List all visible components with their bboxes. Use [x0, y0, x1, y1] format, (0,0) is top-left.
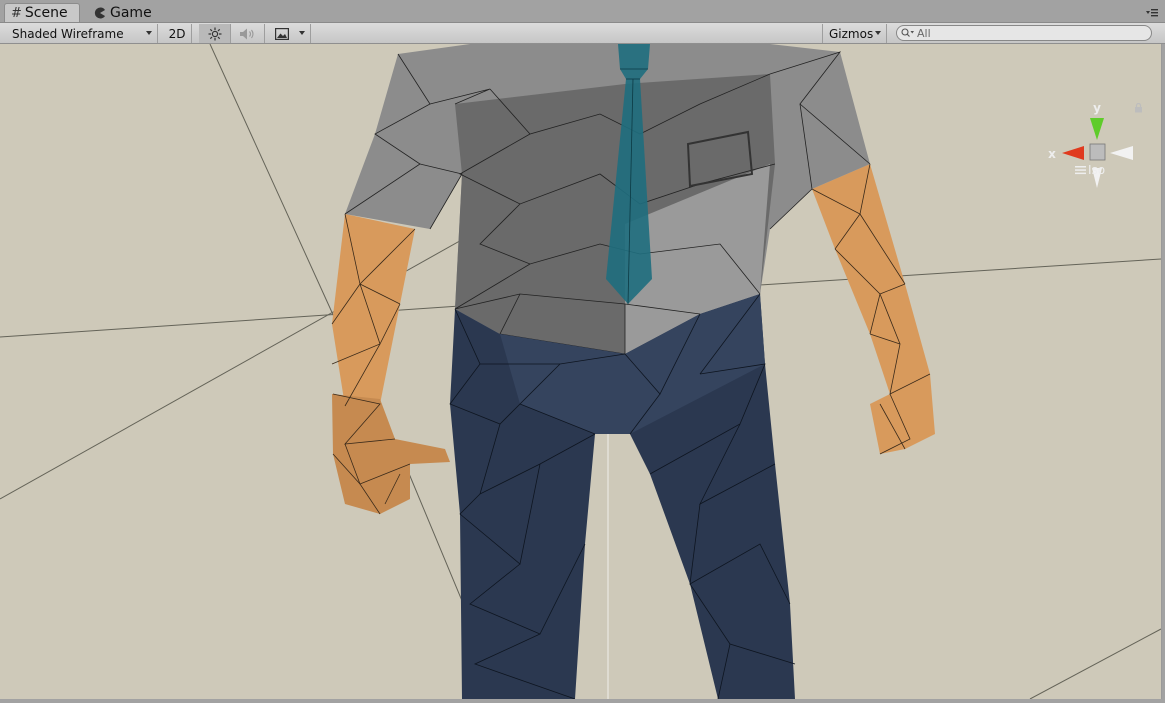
tab-game[interactable]: Game [88, 3, 164, 22]
shirt [344, 44, 871, 355]
tab-scene-label: Scene [24, 5, 68, 21]
pants [449, 293, 796, 699]
tab-scene[interactable]: # Scene [4, 3, 80, 22]
search-placeholder: All [917, 26, 931, 40]
projection-label: Iso [1088, 163, 1106, 177]
lock-icon[interactable] [1134, 103, 1143, 113]
gizmo-x-axis-cone[interactable] [1062, 146, 1084, 160]
chevron-down-icon [299, 31, 305, 35]
pacman-icon [94, 7, 105, 18]
scene-toolbar: Shaded Wireframe 2D Gizmos All [0, 23, 1165, 44]
tab-game-label: Game [110, 4, 152, 21]
right-arm [811, 163, 935, 455]
tab-bar: # Scene Game [0, 0, 1165, 23]
chevron-down-icon [875, 31, 881, 35]
scene-viewport[interactable]: y x Iso [0, 44, 1162, 699]
toggle-2d-label: 2D [168, 26, 186, 41]
scene-search-input[interactable]: All [896, 25, 1152, 41]
left-arm [331, 213, 450, 515]
chevron-down-icon [146, 31, 152, 35]
scene-window: # Scene Game Shaded Wireframe 2D Gizmos … [0, 0, 1165, 703]
gizmos-label: Gizmos [829, 26, 874, 41]
orientation-gizmo[interactable]: y x [1040, 100, 1150, 196]
projection-toggle[interactable]: Iso [1074, 163, 1105, 177]
search-icon [901, 28, 914, 37]
image-icon [275, 27, 289, 40]
scene-effects-dropdown[interactable] [271, 24, 311, 43]
speaker-icon [239, 28, 254, 39]
character-model-render [0, 44, 1161, 699]
sun-icon [208, 27, 221, 40]
gizmo-y-axis-cone[interactable] [1090, 118, 1104, 140]
scene-audio-toggle[interactable] [231, 24, 265, 43]
toggle-2d-button[interactable]: 2D [163, 24, 192, 43]
draw-mode-dropdown[interactable]: Shaded Wireframe [0, 24, 158, 43]
grid-icon: # [11, 5, 22, 21]
hamburger-icon [1075, 166, 1086, 175]
scene-lighting-toggle[interactable] [199, 24, 231, 43]
draw-mode-label: Shaded Wireframe [12, 26, 124, 41]
gizmos-dropdown[interactable]: Gizmos [822, 24, 887, 43]
window-bottom-border [0, 699, 1165, 703]
gizmo-neg-x-axis-cone[interactable] [1110, 146, 1133, 160]
gizmo-center-cube[interactable] [1089, 143, 1106, 161]
gizmo-x-label: x [1048, 147, 1056, 161]
panel-menu-icon[interactable] [1145, 6, 1159, 18]
gizmo-y-label: y [1093, 101, 1101, 115]
